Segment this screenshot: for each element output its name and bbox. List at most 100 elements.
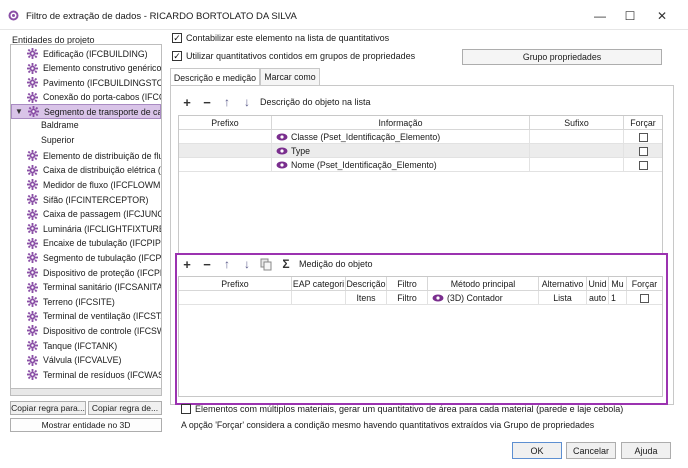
tree-item[interactable]: Terminal de resíduos (IFCWASTE: [11, 367, 161, 382]
entity-tree[interactable]: Edificação (IFCBUILDING) Elemento constru…: [10, 44, 162, 394]
tree-item-label: Medidor de fluxo (IFCFLOWMETI: [43, 179, 161, 190]
table-row[interactable]: Classe (Pset_Identificação_Elemento): [179, 130, 662, 144]
column-header-force[interactable]: Forçar: [624, 116, 662, 130]
tree-item[interactable]: Válvula (IFCVALVE): [11, 353, 161, 368]
tree-item[interactable]: Conexão do porta-cabos (IFCCAI: [11, 90, 161, 105]
move-down-icon[interactable]: ↓: [240, 257, 254, 271]
tree-item-label: Dispositivo de controle (IFCSWIT: [43, 325, 161, 336]
move-up-icon[interactable]: ↑: [220, 257, 234, 271]
copy-rule-from-button[interactable]: Copiar regra de...: [88, 401, 162, 415]
prefix-cell[interactable]: [179, 130, 272, 144]
tree-item[interactable]: Tanque (IFCTANK): [11, 338, 161, 353]
tree-item[interactable]: ▼ Segmento de transporte de cabo: [11, 104, 161, 120]
remove-icon[interactable]: −: [200, 95, 214, 110]
property-groups-button[interactable]: Grupo propriedades: [462, 49, 662, 65]
description-cell[interactable]: Itens: [346, 291, 387, 305]
force-checkbox[interactable]: [640, 293, 649, 303]
suffix-cell[interactable]: [530, 130, 624, 144]
count-element-checkbox[interactable]: [172, 33, 182, 43]
maximize-button[interactable]: ☐: [616, 6, 644, 26]
prefix-cell[interactable]: [179, 144, 272, 158]
eap-category-cell[interactable]: [292, 291, 346, 305]
tree-horizontal-scrollbar[interactable]: [10, 388, 162, 396]
tree-item[interactable]: Dispositivo de controle (IFCSWIT: [11, 323, 161, 338]
tree-item[interactable]: Luminária (IFCLIGHTFIXTURE): [11, 221, 161, 236]
cancel-button[interactable]: Cancelar: [566, 442, 616, 459]
tree-child-item[interactable]: Baldrame: [41, 120, 79, 130]
close-button[interactable]: ✕: [648, 6, 676, 26]
table-row[interactable]: Type: [179, 144, 662, 158]
add-icon[interactable]: +: [180, 257, 194, 272]
column-header-description[interactable]: Descrição: [346, 277, 387, 291]
tree-item[interactable]: Dispositivo de proteção (IFCPRO: [11, 265, 161, 280]
multiplier-cell[interactable]: 1: [609, 291, 627, 305]
tree-item[interactable]: Terreno (IFCSITE): [11, 294, 161, 309]
measurement-grid[interactable]: Prefixo EAP categori Descrição Filtro Mé…: [178, 276, 663, 397]
eye-icon[interactable]: [276, 161, 288, 169]
force-checkbox[interactable]: [638, 160, 648, 170]
sum-icon[interactable]: Σ: [279, 257, 293, 271]
suffix-cell[interactable]: [530, 144, 624, 158]
column-header-unit[interactable]: Unid: [587, 277, 609, 291]
property-groups-option[interactable]: Utilizar quantitativos contidos em grupo…: [172, 51, 415, 61]
column-header-prefix[interactable]: Prefixo: [179, 116, 272, 130]
table-row[interactable]: Itens Filtro (3D) Contador Lista auto 1: [179, 291, 662, 305]
column-header-information[interactable]: Informação: [272, 116, 530, 130]
column-header-alternative[interactable]: Alternativo: [539, 277, 587, 291]
column-header-prefix[interactable]: Prefixo: [179, 277, 292, 291]
column-header-suffix[interactable]: Sufixo: [530, 116, 624, 130]
column-header-force[interactable]: Forçar: [627, 277, 662, 291]
ok-button[interactable]: OK: [512, 442, 562, 459]
copy-icon[interactable]: [260, 258, 273, 271]
collapse-chevron-icon[interactable]: ▼: [15, 107, 23, 116]
move-up-icon[interactable]: ↑: [220, 95, 234, 109]
remove-icon[interactable]: −: [200, 257, 214, 272]
tree-item[interactable]: Encaixe de tubulação (IFCPIPEFIT: [11, 236, 161, 251]
column-header-multiplier[interactable]: Mu: [609, 277, 627, 291]
column-header-main-method[interactable]: Método principal: [428, 277, 539, 291]
move-down-icon[interactable]: ↓: [240, 95, 254, 109]
tab-description[interactable]: Descrição e medição: [170, 68, 260, 86]
tree-item[interactable]: Caixa de distribuição elétrica (IFC: [11, 163, 161, 178]
add-icon[interactable]: +: [180, 95, 194, 110]
force-checkbox[interactable]: [638, 132, 648, 142]
tree-item[interactable]: Segmento de tubulação (IFCPIPE: [11, 250, 161, 265]
eye-icon[interactable]: [276, 133, 288, 141]
information-cell[interactable]: Classe (Pset_Identificação_Elemento): [272, 130, 530, 144]
multi-material-option[interactable]: Elementos com múltiplos materiais, gerar…: [181, 404, 623, 414]
minimize-button[interactable]: —: [586, 6, 614, 26]
tree-item[interactable]: Elemento construtivo genérico (I: [11, 61, 161, 76]
prefix-cell[interactable]: [179, 291, 292, 305]
tree-item[interactable]: Terminal de ventilação (IFCSTACI: [11, 309, 161, 324]
suffix-cell[interactable]: [530, 158, 624, 172]
filter-cell[interactable]: Filtro: [387, 291, 428, 305]
help-button[interactable]: Ajuda: [621, 442, 671, 459]
show-entity-3d-button[interactable]: Mostrar entidade no 3D: [10, 418, 162, 432]
eye-icon[interactable]: [276, 147, 288, 155]
tree-item[interactable]: Sifão (IFCINTERCEPTOR): [11, 192, 161, 207]
tree-item[interactable]: Medidor de fluxo (IFCFLOWMETI: [11, 177, 161, 192]
tree-item[interactable]: Elemento de distribuição de flux: [11, 148, 161, 163]
force-checkbox[interactable]: [638, 146, 648, 156]
tree-item[interactable]: Pavimento (IFCBUILDINGSTOREY: [11, 75, 161, 90]
tree-child-item[interactable]: Superior: [41, 135, 74, 145]
column-header-eap-category[interactable]: EAP categori: [292, 277, 346, 291]
tree-item[interactable]: Edificação (IFCBUILDING): [11, 46, 161, 61]
description-grid[interactable]: Prefixo Informação Sufixo Forçar Classe …: [178, 115, 663, 255]
information-cell[interactable]: Type: [272, 144, 530, 158]
tree-item[interactable]: Caixa de passagem (IFCJUNCTIO: [11, 207, 161, 222]
information-cell[interactable]: Nome (Pset_Identificação_Elemento): [272, 158, 530, 172]
count-element-option[interactable]: Contabilizar este elemento na lista de q…: [172, 33, 389, 43]
property-groups-checkbox[interactable]: [172, 51, 182, 61]
tree-item[interactable]: Terminal sanitário (IFCSANITARY: [11, 280, 161, 295]
tab-mark-as[interactable]: Marcar como: [260, 68, 320, 85]
alternative-cell[interactable]: Lista: [539, 291, 587, 305]
main-method-cell[interactable]: (3D) Contador: [428, 291, 539, 305]
column-header-filter[interactable]: Filtro: [387, 277, 428, 291]
table-row[interactable]: Nome (Pset_Identificação_Elemento): [179, 158, 662, 172]
prefix-cell[interactable]: [179, 158, 272, 172]
unit-cell[interactable]: auto: [587, 291, 609, 305]
multi-material-checkbox[interactable]: [181, 404, 191, 414]
copy-rule-to-button[interactable]: Copiar regra para...: [10, 401, 86, 415]
eye-icon[interactable]: [432, 294, 444, 302]
